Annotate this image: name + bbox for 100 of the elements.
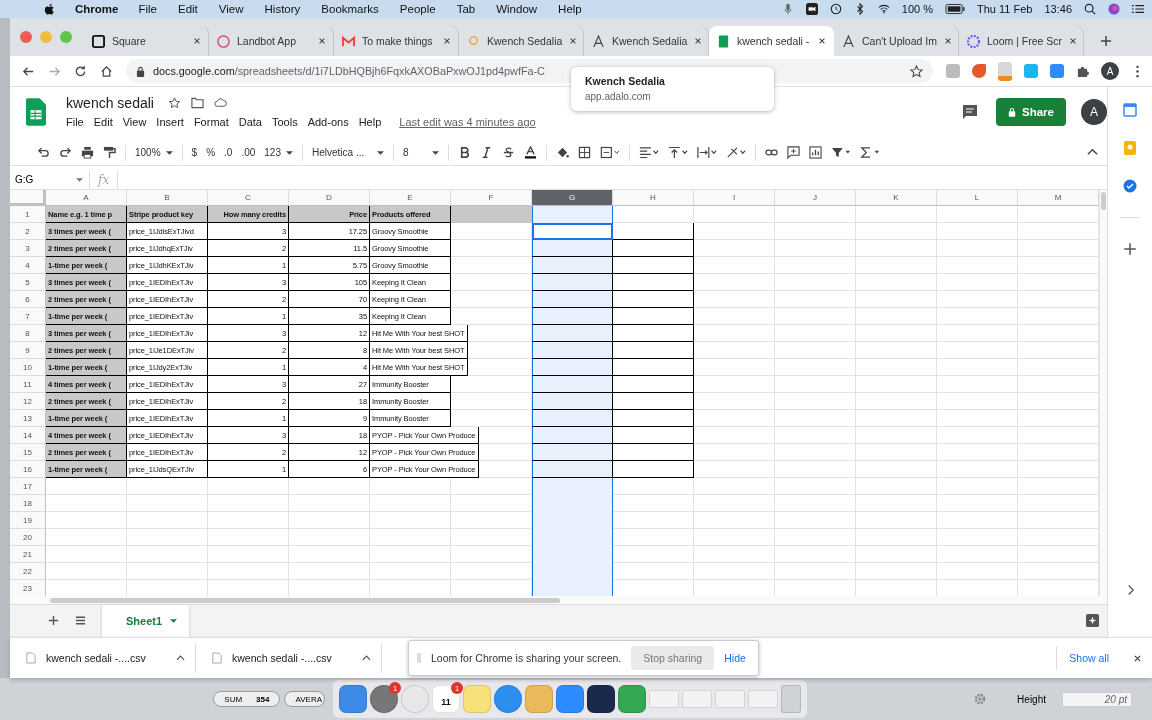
percent-format-button[interactable]: % bbox=[206, 147, 216, 159]
row-header[interactable]: 14 bbox=[10, 427, 46, 445]
microphone-icon[interactable] bbox=[781, 3, 794, 15]
column-header[interactable]: E bbox=[370, 190, 451, 207]
row-header[interactable]: 23 bbox=[10, 580, 46, 597]
close-icon[interactable] bbox=[569, 37, 578, 45]
text-wrap-icon[interactable] bbox=[697, 146, 717, 160]
download-item[interactable]: kwench sedali -....csv bbox=[196, 643, 382, 673]
height-field[interactable]: 20 pt bbox=[1062, 691, 1132, 707]
close-icon[interactable] bbox=[943, 37, 952, 45]
browser-tab[interactable]: Can't Upload Im bbox=[834, 26, 959, 56]
menu-item[interactable]: File bbox=[138, 3, 157, 15]
add-sheet-icon[interactable] bbox=[48, 615, 59, 627]
browser-tab[interactable]: kwench sedali - bbox=[709, 26, 834, 56]
close-icon[interactable] bbox=[443, 37, 451, 45]
share-button[interactable]: Share bbox=[996, 97, 1066, 126]
siri-icon[interactable] bbox=[1108, 3, 1120, 15]
add-comment-icon[interactable] bbox=[787, 146, 800, 160]
camera-icon[interactable] bbox=[805, 3, 818, 15]
close-icon[interactable] bbox=[318, 37, 326, 45]
print-icon[interactable] bbox=[81, 146, 94, 160]
filter-icon[interactable] bbox=[831, 146, 851, 160]
menu-item[interactable]: Insert bbox=[156, 116, 184, 129]
row-header[interactable]: 10 bbox=[10, 359, 46, 377]
extension-icon[interactable] bbox=[972, 64, 986, 78]
row-header[interactable]: 11 bbox=[10, 376, 46, 394]
vertical-align-icon[interactable] bbox=[668, 146, 688, 160]
browser-tab[interactable]: Landbot App bbox=[209, 26, 334, 56]
stop-sharing-button[interactable]: Stop sharing bbox=[631, 646, 715, 670]
redo-icon[interactable] bbox=[59, 146, 72, 160]
strikethrough-icon[interactable] bbox=[502, 146, 515, 160]
cloud-icon[interactable] bbox=[213, 97, 227, 110]
number-format-dropdown[interactable]: 123 bbox=[264, 147, 293, 159]
row-header[interactable]: 8 bbox=[10, 325, 46, 343]
row-header[interactable]: 22 bbox=[10, 563, 46, 581]
column-header[interactable]: G bbox=[532, 190, 613, 207]
document-title[interactable]: kwench sedali bbox=[66, 95, 154, 112]
star-icon[interactable] bbox=[167, 97, 181, 110]
column-header[interactable]: D bbox=[289, 190, 370, 207]
menu-item[interactable]: Data bbox=[238, 116, 262, 129]
chart-icon[interactable] bbox=[809, 146, 822, 160]
menu-item[interactable]: Tools bbox=[271, 116, 298, 129]
menu-item[interactable]: Bookmarks bbox=[321, 3, 379, 15]
check-icon[interactable] bbox=[1123, 179, 1137, 193]
row-header[interactable]: 21 bbox=[10, 546, 46, 564]
increase-decimal-button[interactable]: .00 bbox=[241, 147, 256, 159]
row-header[interactable]: 7 bbox=[10, 308, 46, 326]
star-icon[interactable] bbox=[910, 64, 923, 78]
app-menu[interactable]: Chrome bbox=[75, 3, 119, 15]
menu-item[interactable]: Help bbox=[358, 116, 382, 129]
font-size-dropdown[interactable]: 8 bbox=[403, 147, 439, 159]
align-left-icon[interactable] bbox=[639, 146, 659, 160]
font-dropdown[interactable]: Helvetica ... bbox=[312, 147, 384, 159]
menu-item[interactable]: File bbox=[66, 116, 84, 129]
sheet-tab[interactable]: Sheet1 bbox=[102, 605, 190, 637]
row-header[interactable]: 19 bbox=[10, 512, 46, 530]
apple-icon[interactable] bbox=[44, 2, 55, 16]
column-header[interactable]: J bbox=[775, 190, 856, 207]
close-icon[interactable] bbox=[1133, 653, 1142, 663]
chevron-up-icon[interactable] bbox=[362, 655, 371, 661]
close-window-button[interactable] bbox=[20, 31, 32, 43]
menu-item[interactable]: Edit bbox=[178, 3, 198, 15]
column-header[interactable]: F bbox=[451, 190, 532, 207]
text-color-icon[interactable] bbox=[524, 146, 537, 160]
profile-avatar[interactable]: A bbox=[1101, 62, 1119, 80]
explore-icon[interactable] bbox=[1086, 614, 1099, 628]
row-header[interactable]: 16 bbox=[10, 461, 46, 479]
average-pill[interactable]: AVERA bbox=[284, 691, 325, 707]
chevron-up-icon[interactable] bbox=[176, 655, 185, 661]
puzzle-icon[interactable] bbox=[1076, 64, 1089, 78]
last-edit-link[interactable]: Last edit was 4 minutes ago bbox=[399, 116, 536, 129]
row-header[interactable]: 18 bbox=[10, 495, 46, 513]
scrollbar-thumb[interactable] bbox=[1101, 192, 1106, 211]
text-rotation-icon[interactable] bbox=[726, 146, 746, 160]
sum-pill[interactable]: SUM 354 bbox=[213, 691, 281, 707]
add-icon[interactable] bbox=[1123, 242, 1137, 256]
calendar-icon[interactable] bbox=[1123, 103, 1137, 117]
menu-item[interactable]: Help bbox=[558, 3, 582, 15]
column-header[interactable]: H bbox=[613, 190, 694, 207]
bold-icon[interactable] bbox=[458, 146, 471, 160]
paint-format-icon[interactable] bbox=[103, 146, 116, 160]
new-tab-icon[interactable] bbox=[1100, 35, 1112, 47]
row-header[interactable]: 5 bbox=[10, 274, 46, 292]
borders-icon[interactable] bbox=[578, 146, 591, 160]
spreadsheet-logo[interactable] bbox=[26, 97, 46, 126]
comment-icon[interactable] bbox=[962, 103, 979, 120]
history-icon[interactable] bbox=[829, 3, 842, 15]
italic-icon[interactable] bbox=[480, 146, 493, 160]
row-header[interactable]: 2 bbox=[10, 223, 46, 241]
column-header[interactable]: C bbox=[208, 190, 289, 207]
browser-tab[interactable]: Kwench Sedalia bbox=[584, 26, 709, 56]
home-icon[interactable] bbox=[100, 64, 113, 78]
column-header[interactable]: K bbox=[856, 190, 937, 207]
folder-icon[interactable] bbox=[190, 97, 204, 110]
close-icon[interactable] bbox=[694, 37, 703, 45]
browser-tab[interactable]: Kwench Sedalia bbox=[459, 26, 584, 56]
menu-item[interactable]: Window bbox=[496, 3, 538, 15]
reload-icon[interactable] bbox=[74, 64, 87, 78]
zoom-dropdown[interactable]: 100% bbox=[135, 147, 173, 159]
active-cell[interactable] bbox=[532, 223, 613, 241]
